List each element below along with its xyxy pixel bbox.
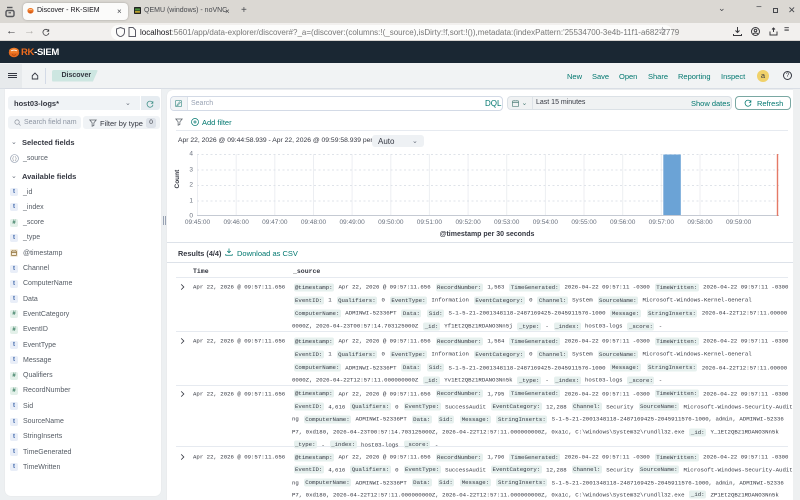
svg-text:{}: {} bbox=[12, 156, 18, 162]
